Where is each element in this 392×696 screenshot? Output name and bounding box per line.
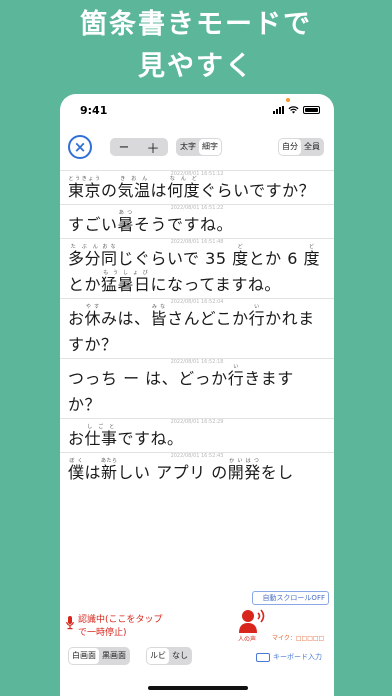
close-button[interactable]: × [68, 135, 92, 159]
segment-ruby-off[interactable]: なし [169, 648, 191, 664]
transcript-entry[interactable]: 2022/08/01 16:51:12 東京とうきょうの気温きおんは何度なんどぐら… [60, 170, 334, 204]
entry-timestamp: 2022/08/01 16:52:29 [170, 419, 224, 425]
text-segment: は [150, 181, 168, 200]
status-time: 9:41 [80, 104, 108, 117]
toolbar: × − ＋ 太字 細字 自分 全員 [60, 132, 334, 164]
ruby-word: 度ど [303, 244, 320, 268]
segment-bold[interactable]: 太字 [177, 139, 199, 155]
auto-scroll-label: 自動スクロールOFF [262, 594, 325, 602]
text-segment: さんどこか [167, 309, 249, 328]
ruby-word: 多分たぶん [68, 244, 102, 268]
transcript-entry[interactable]: 2022/08/01 16:52:43 僕ぼくは新あたらしい アプリ の開発かいは… [60, 452, 334, 486]
mic-level-indicator: マイク：□□□□□ [272, 635, 325, 642]
close-icon: × [73, 137, 87, 156]
ruby-word: 気温きおん [117, 176, 151, 200]
status-icons [273, 106, 320, 114]
text-segment: とか [68, 275, 102, 294]
battery-icon [303, 106, 320, 114]
font-weight-segmented[interactable]: 太字 細字 [176, 138, 222, 156]
person-voice-icon [239, 609, 265, 633]
text-segment: になってますね。 [150, 275, 281, 294]
phone-screen: 9:41 × − ＋ 太字 細字 自分 全員 2022/08/01 16:51:… [60, 94, 334, 696]
microphone-icon [66, 616, 74, 630]
speaker-filter-segmented[interactable]: 自分 全員 [278, 138, 324, 156]
text-segment: みは、 [101, 309, 151, 328]
decrease-font-button[interactable]: − [119, 140, 130, 155]
segment-ruby-on[interactable]: ルビ [147, 648, 169, 664]
transcript-entry[interactable]: 2022/08/01 16:51:22 すごい暑あつそうですね。 [60, 204, 334, 238]
recognition-status-line1: 認識中(ここをタップ [78, 615, 163, 625]
transcript-list[interactable]: 2022/08/01 16:51:12 東京とうきょうの気温きおんは何度なんどぐら… [60, 170, 334, 486]
transcript-entry[interactable]: 2022/08/01 16:52:29 お仕事しごとですね。 [60, 418, 334, 452]
ruby-word: 度ど [232, 244, 249, 268]
text-segment: とか 6 [248, 249, 304, 268]
segment-self[interactable]: 自分 [279, 139, 301, 155]
entry-timestamp: 2022/08/01 16:52:18 [170, 359, 224, 365]
text-segment: じぐらいで 35 [117, 249, 233, 268]
text-segment: しい アプリ の [117, 463, 228, 482]
ruby-segmented[interactable]: ルビ なし [146, 647, 192, 665]
ruby-word: 行い [248, 304, 266, 328]
entry-text: 多分たぶん同おなじぐらいで 35 度どとか 6 度どとか猛暑日もうしょびになって… [68, 239, 326, 298]
recognition-status-line2: で一時停止) [78, 628, 127, 638]
text-segment: つっち ー は、どっか [68, 369, 228, 388]
ruby-word: 同おな [101, 244, 118, 268]
transcript-entry[interactable]: 2022/08/01 16:52:18 つっち ー は、どっか行いきますか？ [60, 358, 334, 418]
ruby-word: 休やす [84, 304, 102, 328]
segment-white-bg[interactable]: 白画面 [69, 648, 99, 664]
ruby-word: 新あたら [101, 458, 118, 482]
background-segmented[interactable]: 白画面 黒画面 [68, 647, 130, 665]
segment-all[interactable]: 全員 [301, 139, 323, 155]
ruby-word: 開発かいはつ [227, 458, 261, 482]
transcript-entry[interactable]: 2022/08/01 16:51:48 多分たぶん同おなじぐらいで 35 度どとか… [60, 238, 334, 298]
text-segment: お [68, 309, 85, 328]
segment-thin[interactable]: 細字 [199, 139, 221, 155]
font-size-stepper[interactable]: − ＋ [110, 138, 168, 157]
keyboard-icon [256, 652, 270, 662]
ruby-word: 東京とうきょう [68, 176, 102, 200]
entry-text: つっち ー は、どっか行いきますか？ [68, 359, 326, 418]
entry-timestamp: 2022/08/01 16:51:12 [170, 171, 224, 177]
text-segment: ぐらいですか？ [200, 181, 316, 200]
entry-timestamp: 2022/08/01 16:52:43 [170, 453, 224, 459]
headline-line1: 箇条書きモードで [80, 9, 312, 40]
status-bar: 9:41 [60, 94, 334, 124]
text-segment: は [84, 463, 102, 482]
ruby-word: 何度なんど [167, 176, 201, 200]
mic-in-use-indicator [286, 98, 290, 102]
text-segment: ですね。 [117, 429, 184, 448]
headline: 箇条書きモードで 見やすく [0, 4, 392, 88]
ruby-word: 僕ぼく [68, 458, 85, 482]
text-segment: をし [260, 463, 294, 482]
entry-timestamp: 2022/08/01 16:51:22 [170, 205, 224, 211]
ruby-word: 猛暑日もうしょび [101, 270, 151, 294]
ruby-word: 皆みな [150, 304, 168, 328]
recognition-status-button[interactable]: 認識中(ここをタップ で一時停止) [78, 614, 163, 640]
wifi-icon [288, 106, 299, 114]
text-segment: すごい [68, 215, 118, 234]
headline-line2: 見やすく [138, 51, 254, 82]
segment-black-bg[interactable]: 黒画面 [99, 648, 129, 664]
text-segment: お [68, 429, 85, 448]
text-segment: の [101, 181, 118, 200]
cellular-signal-icon [273, 106, 284, 114]
keyboard-input-button[interactable]: キーボード入力 [256, 652, 322, 662]
increase-font-button[interactable]: ＋ [146, 138, 159, 157]
ruby-word: 暑あつ [117, 210, 135, 234]
ruby-word: 行い [227, 364, 245, 388]
person-voice-label: 人の声 [238, 636, 257, 643]
home-indicator[interactable] [148, 686, 248, 690]
entry-text: お休やすみは、皆みなさんどこか行いかれますか？ [68, 299, 326, 358]
entry-timestamp: 2022/08/01 16:52:04 [170, 299, 224, 305]
auto-scroll-toggle[interactable]: 自動スクロールOFF [252, 591, 329, 605]
keyboard-input-label: キーボード入力 [273, 653, 322, 661]
ruby-word: 仕事しごと [84, 424, 118, 448]
transcript-entry[interactable]: 2022/08/01 16:52:04 お休やすみは、皆みなさんどこか行いかれます… [60, 298, 334, 358]
entry-timestamp: 2022/08/01 16:51:48 [170, 239, 224, 245]
text-segment: そうですね。 [134, 215, 234, 234]
